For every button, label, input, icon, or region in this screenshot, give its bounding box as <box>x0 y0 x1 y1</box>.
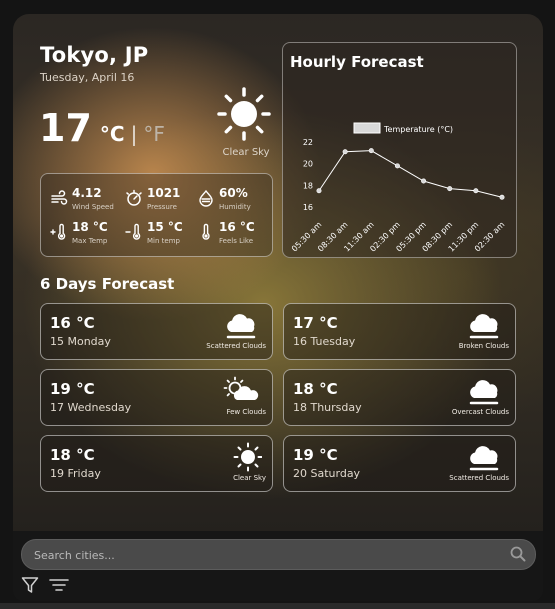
forecast-card[interactable]: 19 °C 20 Saturday Scattered Clouds <box>283 435 516 492</box>
hourly-forecast-panel: Hourly Forecast Temperature (°C) 16 18 20 2… <box>282 42 517 258</box>
forecast-condition: Scattered Clouds <box>206 342 266 350</box>
stat-wind-speed: 4.12 Wind Speed <box>50 186 122 220</box>
forecast-day: 16 Tuesday <box>293 335 356 348</box>
search-bar[interactable] <box>21 539 536 571</box>
search-input[interactable] <box>32 540 496 571</box>
temperature-data-point <box>447 186 453 192</box>
pressure-gauge-icon <box>126 189 142 206</box>
six-days-forecast-title: 6 Days Forecast <box>40 275 175 293</box>
forecast-condition: Clear Sky <box>233 474 266 482</box>
stat-min-temp: 15 °C Min temp <box>125 220 197 254</box>
weather-card: Tokyo, JP Tuesday, April 16 17 °C | °F C… <box>13 14 543 594</box>
forecast-card[interactable]: 17 °C 16 Tuesday Broken Clouds <box>283 303 516 360</box>
forecast-day: 19 Friday <box>50 467 101 480</box>
temperature-value: 17 <box>39 106 92 150</box>
current-condition: Clear Sky <box>222 147 270 158</box>
wind-icon <box>51 190 68 205</box>
temperature-data-point <box>394 163 400 169</box>
temperature-data-point <box>342 149 348 155</box>
sun-icon <box>217 87 271 141</box>
window-bottom-edge <box>0 603 555 609</box>
max-temp-value: 18 °C <box>72 220 108 234</box>
forecast-card[interactable]: 16 °C 15 Monday Scattered Clouds <box>40 303 273 360</box>
forecast-temp: 19 °C <box>293 446 338 464</box>
hourly-temperature-chart: Temperature (°C) 1618202205:30 am08:30 a… <box>290 122 507 254</box>
pressure-label: Pressure <box>147 203 177 211</box>
feels-like-label: Feels Like <box>219 237 254 245</box>
temperature-data-point <box>499 194 505 200</box>
pressure-value: 1021 <box>147 186 181 200</box>
wind-speed-label: Wind Speed <box>72 203 114 211</box>
temperature-data-point <box>473 188 479 194</box>
sun-icon <box>233 442 262 472</box>
fahrenheit-toggle[interactable]: °F <box>143 122 165 146</box>
forecast-condition: Broken Clouds <box>458 342 509 350</box>
thermometer-plus-icon <box>50 223 66 240</box>
forecast-card[interactable]: 19 °C 17 Wednesday Few Clouds <box>40 369 273 426</box>
filter-icon[interactable] <box>21 576 39 594</box>
humidity-value: 60% <box>219 186 248 200</box>
forecast-condition: Scattered Clouds <box>449 474 509 482</box>
search-icon[interactable] <box>510 546 526 562</box>
sort-icon[interactable] <box>49 577 69 593</box>
city-name: Tokyo, JP <box>40 43 149 67</box>
forecast-temp: 19 °C <box>50 380 95 398</box>
y-tick-label: 18 <box>303 181 313 190</box>
thermometer-minus-icon <box>125 223 141 240</box>
chart-legend-swatch <box>353 122 381 134</box>
y-tick-label: 22 <box>303 138 313 147</box>
forecast-condition: Few Clouds <box>226 408 266 416</box>
weather-stats-panel: 4.12 Wind Speed 1021 Pressure 60% Humidi… <box>40 173 273 257</box>
y-tick-label: 20 <box>303 160 313 169</box>
humidity-label: Humidity <box>219 203 251 211</box>
wind-speed-value: 4.12 <box>72 186 102 200</box>
forecast-card[interactable]: 18 °C 18 Thursday Overcast Clouds <box>283 369 516 426</box>
forecast-card[interactable]: 18 °C 19 Friday Clear Sky <box>40 435 273 492</box>
forecast-day: 15 Monday <box>50 335 111 348</box>
temperature-data-point <box>421 178 427 184</box>
max-temp-label: Max Temp <box>72 237 108 245</box>
min-temp-value: 15 °C <box>147 220 183 234</box>
stat-pressure: 1021 Pressure <box>125 186 197 220</box>
forecast-day: 18 Thursday <box>293 401 362 414</box>
forecast-temp: 16 °C <box>50 314 95 332</box>
current-temperature: 17 °C | °F <box>39 106 165 150</box>
few-clouds-icon <box>223 376 259 400</box>
celsius-toggle[interactable]: °C <box>100 122 125 146</box>
y-tick-label: 16 <box>303 203 313 212</box>
temperature-data-point <box>316 188 322 194</box>
forecast-day: 17 Wednesday <box>50 401 132 414</box>
current-date: Tuesday, April 16 <box>40 71 135 84</box>
broken-clouds-icon <box>469 314 499 339</box>
forecast-day: 20 Saturday <box>293 467 361 480</box>
temperature-data-point <box>368 148 374 154</box>
stat-max-temp: 18 °C Max Temp <box>50 220 122 254</box>
forecast-temp: 17 °C <box>293 314 338 332</box>
forecast-temp: 18 °C <box>50 446 95 464</box>
unit-separator: | <box>130 122 138 146</box>
stat-feels-like: 16 °C Feels Like <box>197 220 269 254</box>
forecast-temp: 18 °C <box>293 380 338 398</box>
chart-legend-label: Temperature (°C) <box>383 125 453 134</box>
stat-humidity: 60% Humidity <box>197 186 269 220</box>
scattered-clouds-icon <box>469 446 499 471</box>
min-temp-label: Min temp <box>147 237 180 245</box>
humidity-icon <box>199 189 213 207</box>
overcast-clouds-icon <box>469 380 499 405</box>
feels-like-value: 16 °C <box>219 220 255 234</box>
forecast-condition: Overcast Clouds <box>451 408 509 416</box>
scattered-clouds-icon <box>226 314 256 339</box>
thermometer-icon <box>202 223 210 240</box>
